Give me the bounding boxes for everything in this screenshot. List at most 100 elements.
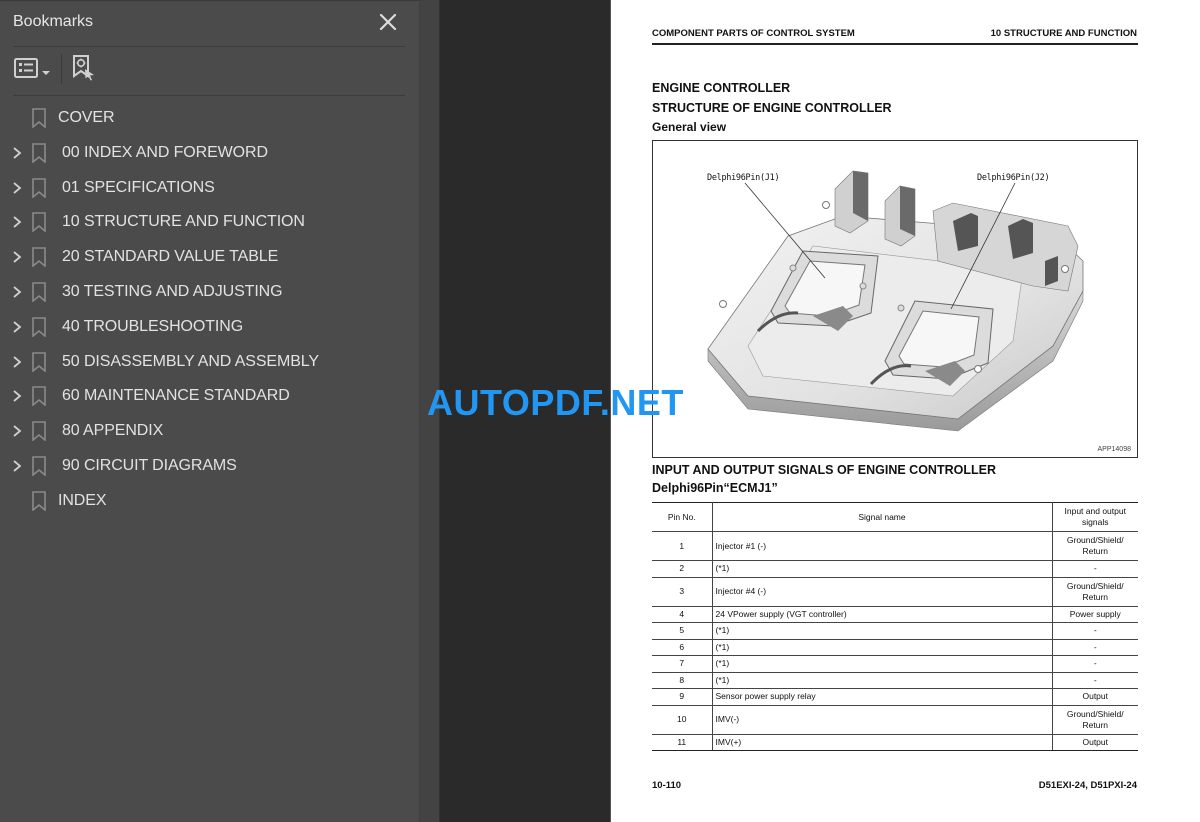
chevron-right-icon[interactable] — [10, 423, 24, 439]
header-rule — [652, 43, 1138, 45]
cell-io: Ground/Shield/Return — [1052, 576, 1138, 607]
cell-pin: 4 — [652, 605, 713, 623]
cell-pin: 5 — [652, 622, 713, 640]
bookmark-label: 00 INDEX AND FOREWORD — [62, 143, 268, 161]
bookmark-90-circuit-diagrams[interactable]: 90 CIRCUIT DIAGRAMS — [0, 449, 419, 484]
page-number: 10-110 — [652, 780, 682, 791]
cell-io: - — [1052, 638, 1138, 656]
cell-pin: 6 — [652, 638, 713, 656]
subsection-title: STRUCTURE OF ENGINE CONTROLLER — [652, 101, 892, 115]
bookmark-index[interactable]: INDEX — [0, 484, 419, 519]
cell-signal-name: Sensor power supply relay — [712, 688, 1053, 706]
table-row: 4 24 VPower supply (VGT controller) Power … — [652, 605, 1138, 623]
bookmark-label: 10 STRUCTURE AND FUNCTION — [62, 213, 305, 231]
bookmark-icon — [32, 386, 46, 408]
bookmarks-toolbar — [0, 47, 419, 95]
cell-io: Output — [1052, 733, 1138, 751]
table-row: 11 IMV(+) Output — [652, 733, 1138, 751]
cell-signal-name: 24 VPower supply (VGT controller) — [712, 605, 1053, 623]
cell-signal-name: Injector #1 (-) — [712, 531, 1053, 561]
chevron-right-icon[interactable] — [10, 249, 24, 265]
bookmark-icon — [32, 108, 46, 129]
bookmark-50-disassembly-and-assembly[interactable]: 50 DISASSEMBLY AND ASSEMBLY — [0, 345, 419, 380]
bookmark-label: 40 TROUBLESHOOTING — [62, 317, 244, 335]
chevron-right-icon[interactable] — [10, 214, 24, 230]
figure-label-j2: Delphi96Pin(J2) — [977, 173, 1050, 183]
cell-pin: 10 — [652, 704, 713, 735]
cell-pin: 9 — [652, 688, 713, 706]
chevron-right-icon[interactable] — [10, 180, 24, 196]
chevron-right-icon[interactable] — [10, 319, 24, 335]
cell-signal-name: (*1) — [712, 622, 1053, 640]
toolbar-divider — [13, 95, 405, 96]
table-row: 1 Injector #1 (-) Ground/Shield/Return — [652, 531, 1138, 561]
bookmark-icon — [32, 456, 46, 477]
pdf-viewer: Bookmarks COVER 00 INDEX AND FOREWORD 01… — [0, 0, 1200, 822]
chevron-right-icon[interactable] — [10, 458, 24, 474]
chevron-right-icon[interactable] — [10, 145, 24, 161]
cell-signal-name: IMV(+) — [712, 733, 1053, 751]
bookmark-icon — [32, 177, 46, 199]
cell-io: Output — [1052, 688, 1138, 706]
table-row: 8 (*1) - — [652, 671, 1138, 689]
cell-pin: 1 — [652, 531, 713, 561]
model-number: D51EXI-24, D51PXI-24 — [1038, 780, 1137, 791]
signals-table-body: 1 Injector #1 (-) Ground/Shield/Return 2 (*1… — [652, 531, 1138, 751]
page-header-left: COMPONENT PARTS OF CONTROL SYSTEM — [652, 28, 855, 39]
col-pin-no: Pin No. — [652, 502, 713, 532]
bookmark-label: INDEX — [58, 491, 107, 509]
bookmark-label: 90 CIRCUIT DIAGRAMS — [62, 456, 237, 474]
bookmark-00-index-and-foreword[interactable]: 00 INDEX AND FOREWORD — [0, 136, 419, 171]
bookmark-10-structure-and-function[interactable]: 10 STRUCTURE AND FUNCTION — [0, 205, 419, 240]
cell-io: Ground/Shield/Return — [1052, 704, 1138, 735]
signals-section-title: INPUT AND OUTPUT SIGNALS OF ENGINE CONTR… — [652, 463, 996, 477]
bookmark-label: 01 SPECIFICATIONS — [62, 178, 215, 196]
list-options-button[interactable] — [14, 55, 50, 85]
table-row: 9 Sensor power supply relay Output — [652, 688, 1138, 706]
bookmark-icon — [32, 212, 46, 234]
bookmarks-panel: Bookmarks COVER 00 INDEX AND FOREWORD 01… — [0, 0, 419, 822]
find-current-bookmark-button[interactable] — [72, 55, 96, 85]
table-row: 5 (*1) - — [652, 622, 1138, 640]
bookmark-icon — [32, 316, 46, 338]
cell-io: Ground/Shield/Return — [1052, 531, 1138, 561]
bookmark-icon — [32, 247, 46, 268]
cell-signal-name: (*1) — [712, 560, 1053, 578]
chevron-down-icon — [42, 61, 50, 80]
cell-pin: 2 — [652, 560, 713, 578]
bookmark-40-troubleshooting[interactable]: 40 TROUBLESHOOTING — [0, 310, 419, 345]
cell-signal-name: (*1) — [712, 671, 1053, 689]
section-title: ENGINE CONTROLLER — [652, 81, 791, 95]
chevron-right-icon[interactable] — [10, 354, 24, 370]
connector-title: Delphi96Pin“ECMJ1” — [652, 481, 778, 495]
engine-controller-figure: Delphi96Pin(J1) Delphi96Pin(J2) APP14098 — [652, 140, 1138, 458]
bookmark-label: COVER — [58, 109, 115, 126]
cell-pin: 7 — [652, 655, 713, 673]
cell-io: - — [1052, 560, 1138, 578]
bookmark-80-appendix[interactable]: 80 APPENDIX — [0, 414, 419, 449]
bookmark-30-testing-and-adjusting[interactable]: 30 TESTING AND ADJUSTING — [0, 275, 419, 310]
bookmark-cover[interactable]: COVER — [0, 101, 419, 136]
cell-io: - — [1052, 671, 1138, 689]
cell-pin: 11 — [652, 733, 713, 751]
bookmark-20-standard-value-table[interactable]: 20 STANDARD VALUE TABLE — [0, 240, 419, 275]
cell-signal-name: IMV(-) — [712, 704, 1053, 735]
bookmark-icon — [32, 282, 46, 303]
table-row: 2 (*1) - — [652, 560, 1138, 578]
bookmark-icon — [32, 142, 46, 164]
bookmark-icon — [32, 421, 46, 442]
bookmark-label: 80 APPENDIX — [62, 422, 164, 440]
col-signal-name: Signal name — [712, 502, 1053, 532]
figure-caption: General view — [652, 120, 727, 134]
page-header-right: 10 STRUCTURE AND FUNCTION — [990, 28, 1137, 39]
chevron-right-icon[interactable] — [10, 388, 24, 404]
table-row: 10 IMV(-) Ground/Shield/Return — [652, 704, 1138, 735]
bookmark-01-specifications[interactable]: 01 SPECIFICATIONS — [0, 171, 419, 206]
toolbar-separator — [61, 54, 62, 84]
close-icon[interactable] — [377, 11, 399, 33]
figure-label-j1: Delphi96Pin(J1) — [707, 173, 780, 183]
bookmark-60-maintenance-standard[interactable]: 60 MAINTENANCE STANDARD — [0, 379, 419, 414]
chevron-right-icon[interactable] — [10, 284, 24, 300]
cell-io: - — [1052, 655, 1138, 673]
document-page: COMPONENT PARTS OF CONTROL SYSTEM 10 STR… — [610, 0, 1200, 822]
